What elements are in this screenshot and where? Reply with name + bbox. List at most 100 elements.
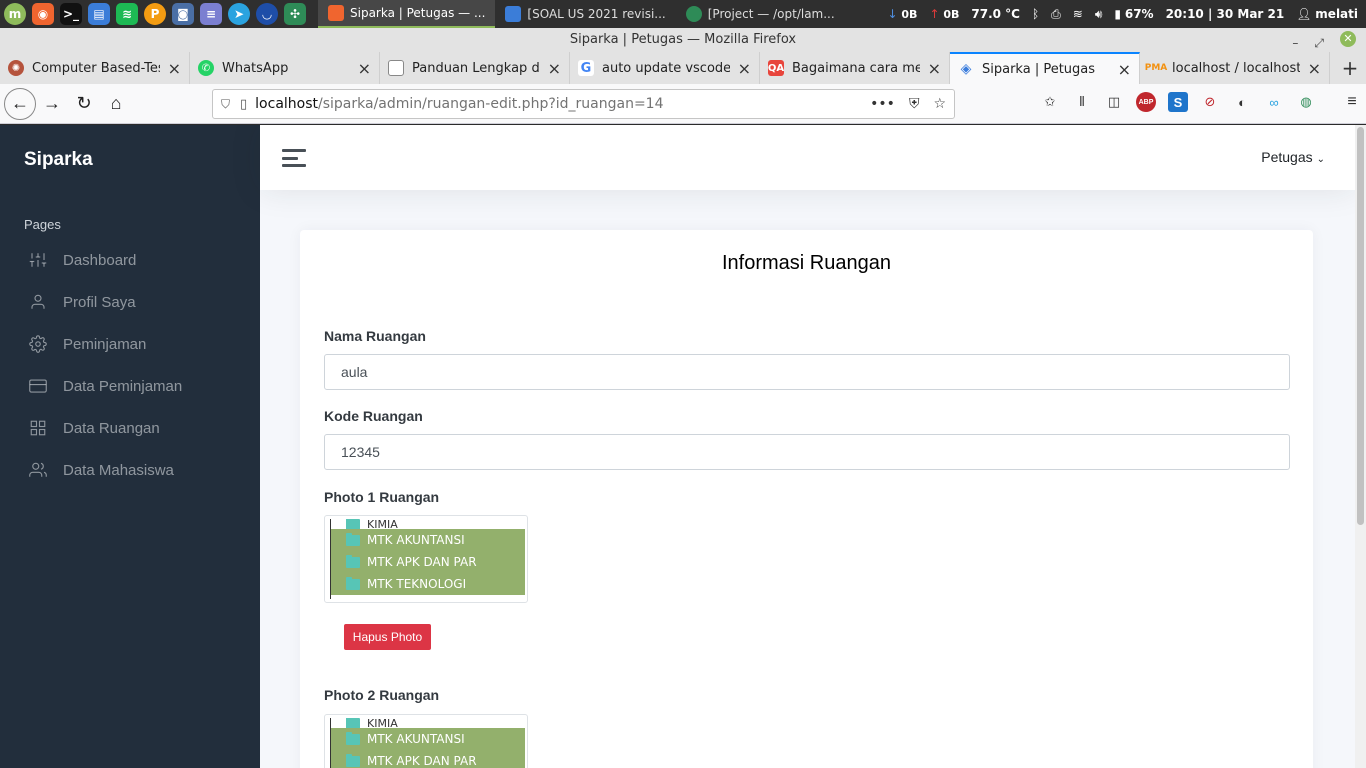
thumb-row: MTK AKUNTANSI — [331, 728, 525, 750]
close-tab-icon[interactable]: × — [1308, 59, 1321, 78]
tab-label: Siparka | Petugas — [982, 61, 1096, 77]
hamburger-menu-icon[interactable]: ≡ — [1342, 92, 1362, 112]
adblock-icon[interactable]: ABP — [1136, 92, 1156, 112]
globe-extension-icon[interactable]: ◍ — [1296, 92, 1316, 112]
close-tab-icon[interactable]: × — [358, 59, 371, 78]
url-bar[interactable]: ⛉ ▯ localhost/siparka/admin/ruangan-edit… — [212, 89, 955, 119]
tab-panduan[interactable]: Panduan Lengkap dan × — [380, 52, 570, 84]
close-tab-icon[interactable]: × — [1118, 60, 1131, 79]
loop-extension-icon[interactable]: ∞ — [1264, 92, 1284, 112]
home-icon[interactable]: ⌂ — [100, 88, 132, 120]
person-icon: 👤︎ — [1296, 7, 1312, 21]
tab-google[interactable]: G auto update vscode li × — [570, 52, 760, 84]
back-arrow-icon[interactable]: ← — [4, 87, 36, 120]
credit-card-icon — [28, 376, 48, 396]
postman-launcher-icon[interactable]: P — [144, 3, 166, 25]
folder-icon — [346, 576, 360, 590]
nama-ruangan-label: Nama Ruangan — [324, 328, 426, 344]
vpn-extension-icon[interactable]: ◐ — [1232, 92, 1252, 112]
photo-1-label: Photo 1 Ruangan — [324, 489, 440, 505]
photo-2-image: KIMIA MTK AKUNTANSI MTK APK DAN PAR MTK … — [330, 718, 526, 768]
sidebar-item-data-mahasiswa[interactable]: Data Mahasiswa — [0, 449, 260, 491]
scrollbar-thumb[interactable] — [1357, 127, 1364, 525]
atom-launcher-icon[interactable]: ✣ — [284, 3, 306, 25]
sidebar-item-data-peminjaman[interactable]: Data Peminjaman — [0, 365, 260, 407]
user-dropdown[interactable]: Petugas ⌄ — [1261, 149, 1325, 165]
sidebar-icon[interactable]: ◫ — [1104, 92, 1124, 112]
url-text[interactable]: localhost/siparka/admin/ruangan-edit.php… — [255, 96, 663, 112]
clock[interactable]: 20:10 | 30 Mar 21 — [1166, 7, 1285, 21]
library-icon[interactable]: ⫴ — [1072, 92, 1092, 112]
phpmyadmin-icon: PMA — [1144, 63, 1168, 73]
screenshot-launcher-icon[interactable]: ◙ — [172, 3, 194, 25]
photo-2-preview: KIMIA MTK AKUNTANSI MTK APK DAN PAR MTK … — [324, 714, 528, 768]
blocker-extension-icon[interactable]: ⊘ — [1200, 92, 1220, 112]
printer-icon[interactable]: ⎙ — [1051, 7, 1061, 22]
photo-1-preview: KIMIA MTK AKUNTANSI MTK APK DAN PAR MTK … — [324, 515, 528, 603]
nama-ruangan-input[interactable] — [324, 354, 1290, 390]
os-window-label: Siparka | Petugas — ... — [350, 6, 486, 20]
notes-launcher-icon[interactable]: ≡ — [200, 3, 222, 25]
tab-bagaimana[interactable]: QA Bagaimana cara mem × — [760, 52, 950, 84]
os-window-soal[interactable]: [SOAL US 2021 revisi... — [495, 0, 675, 28]
shield-icon[interactable]: ⛉ — [221, 97, 230, 112]
browser-window-title: Siparka | Petugas — Mozilla Firefox — [569, 32, 797, 47]
volume-icon[interactable]: 🔊︎ — [1095, 7, 1103, 22]
sidebar-item-label: Peminjaman — [63, 335, 147, 353]
telegram-launcher-icon[interactable]: ➤ — [228, 3, 250, 25]
reload-icon[interactable]: ↻ — [68, 88, 100, 120]
tab-whatsapp[interactable]: ✆ WhatsApp × — [190, 52, 380, 84]
bluetooth-icon[interactable]: ᛒ — [1032, 7, 1039, 21]
close-tab-icon[interactable]: × — [928, 59, 941, 78]
pocket-icon[interactable]: ⛨ — [909, 96, 920, 112]
close-tab-icon[interactable]: × — [548, 59, 561, 78]
wifi-icon[interactable]: ≋ — [1073, 7, 1083, 21]
page-viewport: Siparka Pages Dashboard Profil Saya Pemi… — [0, 125, 1366, 768]
folder-icon — [346, 532, 360, 546]
user-icon — [28, 292, 48, 312]
s-extension-icon[interactable]: S — [1168, 92, 1188, 112]
brand-logo[interactable]: Siparka — [24, 149, 93, 171]
sidebar-item-dashboard[interactable]: Dashboard — [0, 239, 260, 281]
page-info-icon[interactable]: ▯ — [240, 97, 247, 112]
mint-menu-icon[interactable]: m — [4, 3, 26, 25]
close-window-icon[interactable]: ✕ — [1340, 31, 1356, 47]
sidebar-item-peminjaman[interactable]: Peminjaman — [0, 323, 260, 365]
more-actions-icon[interactable]: ••• — [870, 96, 895, 112]
files-launcher-icon[interactable]: ▤ — [88, 3, 110, 25]
settings-icon — [28, 334, 48, 354]
kode-ruangan-input[interactable] — [324, 434, 1290, 470]
os-window-siparka[interactable]: Siparka | Petugas — ... — [318, 0, 496, 28]
folder-icon — [346, 519, 360, 530]
user-menu-os[interactable]: 👤︎ melati — [1296, 7, 1358, 21]
form-card: Informasi Ruangan Nama Ruangan Kode Ruan… — [300, 230, 1313, 768]
sidebar-item-profil[interactable]: Profil Saya — [0, 281, 260, 323]
os-window-project[interactable]: [Project — /opt/lam... — [676, 0, 845, 28]
user-dropdown-label: Petugas — [1261, 149, 1313, 165]
folder-icon — [346, 731, 360, 745]
battery-indicator[interactable]: ▮ 67% — [1114, 7, 1153, 21]
close-tab-icon[interactable]: × — [738, 59, 751, 78]
tab-siparka[interactable]: ◈ Siparka | Petugas × — [950, 52, 1140, 84]
cbt-favicon-icon: ✺ — [8, 60, 24, 76]
forward-arrow-icon[interactable]: → — [36, 88, 68, 120]
browser-launcher-icon[interactable]: ◡ — [256, 3, 278, 25]
bookmark-star-icon[interactable]: ☆ — [933, 96, 946, 112]
page-scrollbar[interactable] — [1355, 125, 1366, 768]
terminal-launcher-icon[interactable]: >_ — [60, 3, 82, 25]
tab-bar: ✺ Computer Based-Test × ✆ WhatsApp × Pan… — [0, 52, 1366, 84]
firefox-launcher-icon[interactable]: ◉ — [32, 3, 54, 25]
new-tab-icon[interactable]: + — [1334, 52, 1366, 84]
tab-phpmyadmin[interactable]: PMA localhost / localhost / × — [1140, 52, 1330, 84]
tab-cbt[interactable]: ✺ Computer Based-Test × — [0, 52, 190, 84]
sidebar-item-label: Profil Saya — [63, 293, 136, 311]
close-tab-icon[interactable]: × — [168, 59, 181, 78]
hapus-photo-1-button[interactable]: Hapus Photo — [344, 624, 431, 650]
sidebar-toggle-icon[interactable] — [282, 149, 306, 167]
spotify-launcher-icon[interactable]: ≋ — [116, 3, 138, 25]
os-top-panel: m ◉ >_ ▤ ≋ P ◙ ≡ ➤ ◡ ✣ Siparka | Petugas… — [0, 0, 1366, 28]
system-tray: ↓ 0B ↑ 0B 77.0 °C ᛒ ⎙ ≋ 🔊︎ ▮ 67% 20:10 |… — [888, 7, 1366, 22]
sidebar-item-data-ruangan[interactable]: Data Ruangan — [0, 407, 260, 449]
sidebar-item-label: Data Mahasiswa — [63, 461, 174, 479]
bookmarks-star-icon[interactable]: ✩ — [1040, 92, 1060, 112]
